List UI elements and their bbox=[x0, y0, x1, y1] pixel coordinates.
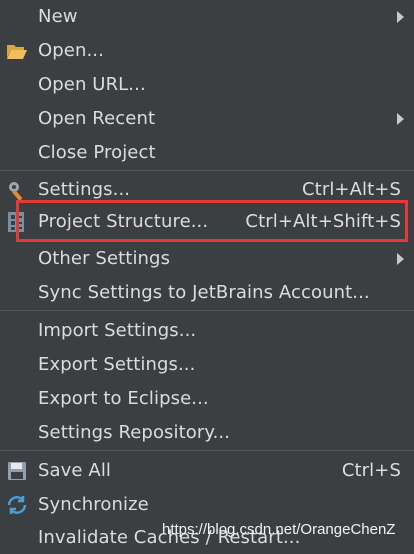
menu-item-sync-settings[interactable]: Sync Settings to JetBrains Account... bbox=[0, 277, 414, 309]
menu-item-shortcut: Ctrl+Alt+S bbox=[302, 179, 401, 201]
menu-item-open-url[interactable]: Open URL... bbox=[0, 69, 414, 101]
menu-item-label: Export to Eclipse... bbox=[38, 388, 209, 410]
menu-item-label: Settings Repository... bbox=[38, 422, 231, 444]
menu-item-label: Sync Settings to JetBrains Account... bbox=[38, 282, 370, 304]
sync-icon bbox=[5, 493, 29, 517]
submenu-arrow-icon bbox=[397, 11, 404, 23]
file-menu: New Open... Open URL... Open Recent Clos… bbox=[0, 0, 414, 552]
menu-item-label: Open Recent bbox=[38, 108, 156, 130]
menu-item-new[interactable]: New bbox=[0, 1, 414, 33]
watermark-text: https://blog.csdn.net/OrangeChenZ bbox=[162, 521, 396, 538]
red-highlight-annotation bbox=[16, 200, 408, 242]
save-disk-icon bbox=[5, 459, 29, 483]
folder-open-icon bbox=[5, 39, 29, 63]
menu-separator bbox=[0, 170, 414, 171]
menu-item-save-all[interactable]: Save All Ctrl+S bbox=[0, 455, 414, 487]
menu-item-label: Close Project bbox=[38, 142, 156, 164]
menu-item-shortcut: Ctrl+S bbox=[341, 460, 401, 482]
menu-item-label: Open URL... bbox=[38, 74, 146, 96]
menu-item-close-project[interactable]: Close Project bbox=[0, 137, 414, 169]
menu-item-label: New bbox=[38, 6, 78, 28]
menu-separator bbox=[0, 450, 414, 451]
menu-item-other-settings[interactable]: Other Settings bbox=[0, 243, 414, 275]
menu-item-settings-repository[interactable]: Settings Repository... bbox=[0, 417, 414, 449]
menu-item-label: Export Settings... bbox=[38, 354, 196, 376]
menu-item-label: Save All bbox=[38, 460, 112, 482]
wrench-settings-icon bbox=[5, 178, 29, 202]
menu-separator bbox=[0, 310, 414, 311]
submenu-arrow-icon bbox=[397, 113, 404, 125]
menu-item-export-eclipse[interactable]: Export to Eclipse... bbox=[0, 383, 414, 415]
menu-item-label: Other Settings bbox=[38, 248, 171, 270]
menu-item-label: Import Settings... bbox=[38, 320, 197, 342]
menu-item-import-settings[interactable]: Import Settings... bbox=[0, 315, 414, 347]
menu-item-synchronize[interactable]: Synchronize bbox=[0, 489, 414, 521]
submenu-arrow-icon bbox=[397, 253, 404, 265]
menu-item-label: Synchronize bbox=[38, 494, 149, 516]
menu-item-open-recent[interactable]: Open Recent bbox=[0, 103, 414, 135]
menu-item-label: Open... bbox=[38, 40, 104, 62]
menu-item-export-settings[interactable]: Export Settings... bbox=[0, 349, 414, 381]
menu-item-label: Settings... bbox=[38, 179, 131, 201]
menu-item-open[interactable]: Open... bbox=[0, 35, 414, 67]
